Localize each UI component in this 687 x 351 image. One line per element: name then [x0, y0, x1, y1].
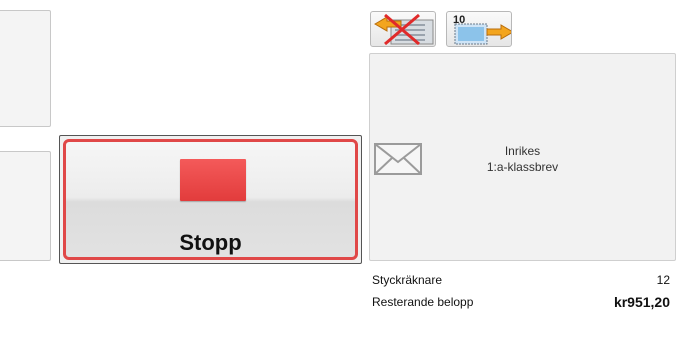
counter-value: 12 — [656, 273, 670, 287]
stop-label: Stopp — [179, 230, 242, 255]
stop-square-icon — [180, 159, 246, 201]
add-postage-badge: 10 — [453, 14, 465, 26]
counter-label: Styckräknare — [372, 273, 443, 287]
side-panel-top[interactable] — [0, 10, 51, 127]
remaining-value: kr951,20 — [613, 294, 670, 310]
letter-line-1: Inrikes — [504, 144, 541, 158]
remove-postage-button[interactable] — [370, 11, 436, 47]
add-postage-icon: 10 — [453, 14, 511, 45]
letter-type-button[interactable]: Inrikes 1:a-klassbrev — [369, 53, 676, 261]
side-panel-bottom[interactable] — [0, 151, 51, 261]
remaining-amount-row: Resterande belopp kr951,20 — [372, 294, 670, 310]
letter-line-2: 1:a-klassbrev — [486, 160, 559, 174]
add-postage-button[interactable]: 10 — [446, 11, 512, 47]
remove-postage-icon — [374, 13, 434, 46]
remaining-label: Resterande belopp — [372, 295, 474, 309]
stop-button[interactable]: Stopp — [63, 139, 358, 260]
stop-button-frame: Stopp — [59, 135, 362, 264]
counter-row: Styckräknare 12 — [372, 273, 670, 287]
letter-type-text: Inrikes 1:a-klassbrev — [370, 143, 675, 175]
